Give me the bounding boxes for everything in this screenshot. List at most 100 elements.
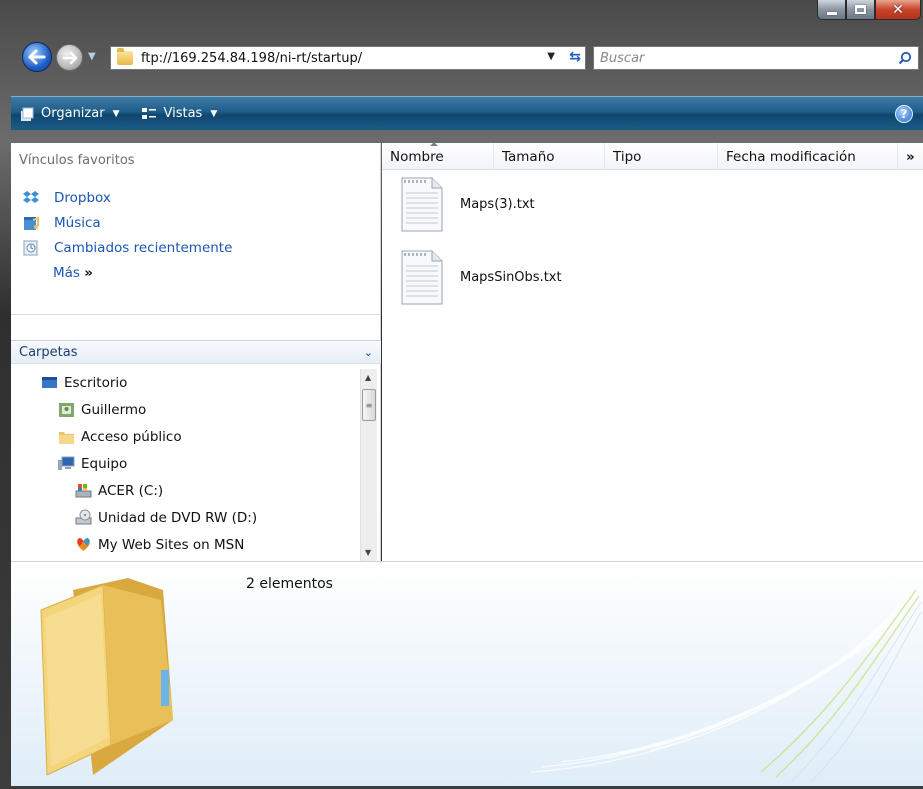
file-item[interactable]: Maps(3).txt bbox=[400, 177, 562, 232]
column-type[interactable]: Tipo bbox=[605, 143, 718, 170]
scroll-down-icon[interactable]: ▼ bbox=[365, 548, 371, 557]
more-columns-button[interactable]: » bbox=[898, 143, 923, 170]
organize-icon bbox=[21, 107, 34, 121]
music-folder-icon bbox=[24, 216, 39, 230]
tree-node-dvd[interactable]: Unidad de DVD RW (D:) bbox=[11, 504, 360, 531]
recent-changes-icon bbox=[23, 240, 38, 256]
tree-node-label: Acceso público bbox=[81, 428, 182, 445]
tree-node-label: ACER (C:) bbox=[98, 482, 164, 499]
dropbox-icon bbox=[23, 191, 39, 203]
chevron-down-icon: ▼ bbox=[210, 108, 218, 119]
maximize-icon bbox=[855, 5, 866, 14]
file-item[interactable]: MapsSinObs.txt bbox=[400, 250, 562, 305]
large-folder-icon bbox=[40, 578, 173, 776]
folder-icon bbox=[117, 48, 133, 65]
scroll-up-icon[interactable]: ▲ bbox=[365, 373, 371, 382]
recent-pages-dropdown[interactable]: ▼ bbox=[88, 51, 96, 62]
search-icon[interactable] bbox=[898, 51, 912, 65]
file-list: Maps(3).txt MapsSinObs.txt bbox=[400, 177, 562, 323]
minimize-button[interactable] bbox=[817, 0, 846, 20]
favorite-music[interactable]: Música bbox=[11, 210, 381, 235]
computer-icon bbox=[58, 456, 75, 470]
help-button[interactable]: ? bbox=[895, 105, 913, 123]
favorites-list: Dropbox Música Cambiados recientemente M… bbox=[11, 185, 381, 285]
favorite-label: Música bbox=[54, 214, 101, 231]
minimize-icon bbox=[826, 12, 837, 15]
forward-arrow-icon bbox=[62, 51, 77, 64]
maximize-button[interactable] bbox=[846, 0, 875, 20]
column-name-label: Nombre bbox=[390, 148, 444, 165]
tree-node-msn[interactable]: My Web Sites on MSN bbox=[11, 531, 360, 558]
dvd-drive-icon bbox=[75, 509, 92, 525]
hard-drive-icon bbox=[75, 484, 92, 498]
favorite-dropbox[interactable]: Dropbox bbox=[11, 185, 381, 210]
column-type-label: Tipo bbox=[613, 148, 642, 165]
text-file-icon bbox=[401, 250, 443, 305]
favorite-label: Cambiados recientemente bbox=[54, 239, 233, 256]
scroll-thumb[interactable]: ≡ bbox=[362, 389, 376, 421]
decorative-swoosh bbox=[531, 589, 921, 782]
address-dropdown-icon[interactable]: ▼ bbox=[547, 51, 555, 62]
views-button[interactable]: Vistas ▼ bbox=[141, 106, 217, 122]
user-folder-icon bbox=[59, 403, 74, 417]
folders-title: Carpetas bbox=[19, 344, 78, 360]
views-label: Vistas bbox=[163, 106, 203, 121]
tree-node-label: Guillermo bbox=[81, 401, 147, 418]
address-bar[interactable]: ftp://169.254.84.198/ni-rt/startup/ ▼ ⇆ bbox=[110, 46, 586, 70]
search-box[interactable]: Buscar bbox=[593, 46, 919, 70]
chevron-down-icon: ▼ bbox=[112, 108, 120, 119]
double-chevron-icon: » bbox=[84, 264, 93, 281]
caption-buttons: ✕ bbox=[817, 0, 921, 22]
navigation-bar: ▼ ftp://169.254.84.198/ni-rt/startup/ ▼ … bbox=[0, 40, 923, 74]
forward-button[interactable] bbox=[56, 44, 83, 71]
more-label: Más bbox=[53, 264, 80, 281]
file-name: MapsSinObs.txt bbox=[460, 270, 562, 285]
tree-node-guillermo[interactable]: Guillermo bbox=[11, 396, 360, 423]
favorite-label: Dropbox bbox=[54, 189, 111, 206]
tree-node-label: My Web Sites on MSN bbox=[98, 536, 245, 553]
folder-icon bbox=[59, 432, 74, 444]
chevron-down-icon: ⌄ bbox=[363, 345, 373, 359]
desktop-icon bbox=[42, 377, 57, 388]
text-file-icon bbox=[401, 177, 443, 232]
navigation-pane: Vínculos favoritos Dropbox Música Cambia… bbox=[11, 143, 381, 561]
msn-icon bbox=[77, 538, 90, 551]
views-icon bbox=[142, 107, 157, 119]
favorite-recent[interactable]: Cambiados recientemente bbox=[11, 235, 381, 260]
tree-node-computer[interactable]: Equipo bbox=[11, 450, 360, 477]
back-button[interactable] bbox=[22, 42, 52, 72]
column-modified-label: Fecha modificación bbox=[726, 148, 856, 165]
tree-node-drive-c[interactable]: ACER (C:) bbox=[11, 477, 360, 504]
close-icon: ✕ bbox=[892, 1, 904, 18]
organize-label: Organizar bbox=[41, 106, 105, 121]
double-chevron-icon: » bbox=[906, 148, 915, 165]
close-button[interactable]: ✕ bbox=[875, 0, 921, 20]
column-size[interactable]: Tamaño bbox=[494, 143, 605, 170]
tree-node-label: Escritorio bbox=[64, 374, 128, 391]
favorites-more-link[interactable]: Más » bbox=[11, 260, 381, 285]
address-text: ftp://169.254.84.198/ni-rt/startup/ bbox=[141, 50, 363, 66]
tree-node-label: Unidad de DVD RW (D:) bbox=[98, 509, 258, 526]
column-name[interactable]: Nombre bbox=[382, 142, 494, 170]
favorites-title: Vínculos favoritos bbox=[19, 153, 135, 168]
tree-node-desktop[interactable]: Escritorio bbox=[11, 369, 360, 396]
explorer-window: ✕ ▼ ftp://169.254.84.198/ni-rt/startup/ … bbox=[0, 0, 923, 789]
search-placeholder: Buscar bbox=[600, 50, 645, 66]
file-list-pane: Nombre Tamaño Tipo Fecha modificación » … bbox=[382, 142, 923, 561]
tree-node-label: Equipo bbox=[81, 455, 128, 472]
column-modified[interactable]: Fecha modificación bbox=[718, 143, 898, 170]
file-name: Maps(3).txt bbox=[460, 197, 535, 212]
item-count: 2 elementos bbox=[246, 576, 333, 592]
folder-tree: Escritorio Guillermo Acceso público Equi… bbox=[11, 369, 360, 561]
help-icon: ? bbox=[900, 107, 908, 121]
pane-separator bbox=[11, 314, 381, 315]
organize-button[interactable]: Organizar ▼ bbox=[19, 106, 119, 122]
column-headers: Nombre Tamaño Tipo Fecha modificación » bbox=[382, 142, 923, 170]
back-arrow-icon bbox=[28, 49, 46, 65]
refresh-icon[interactable]: ⇆ bbox=[569, 49, 581, 65]
folders-header[interactable]: Carpetas ⌄ bbox=[11, 340, 381, 364]
tree-node-public[interactable]: Acceso público bbox=[11, 423, 360, 450]
column-size-label: Tamaño bbox=[502, 148, 555, 165]
details-pane: 2 elementos bbox=[11, 561, 923, 786]
folder-tree-scrollbar[interactable]: ▲ ≡ ▼ bbox=[360, 369, 377, 561]
